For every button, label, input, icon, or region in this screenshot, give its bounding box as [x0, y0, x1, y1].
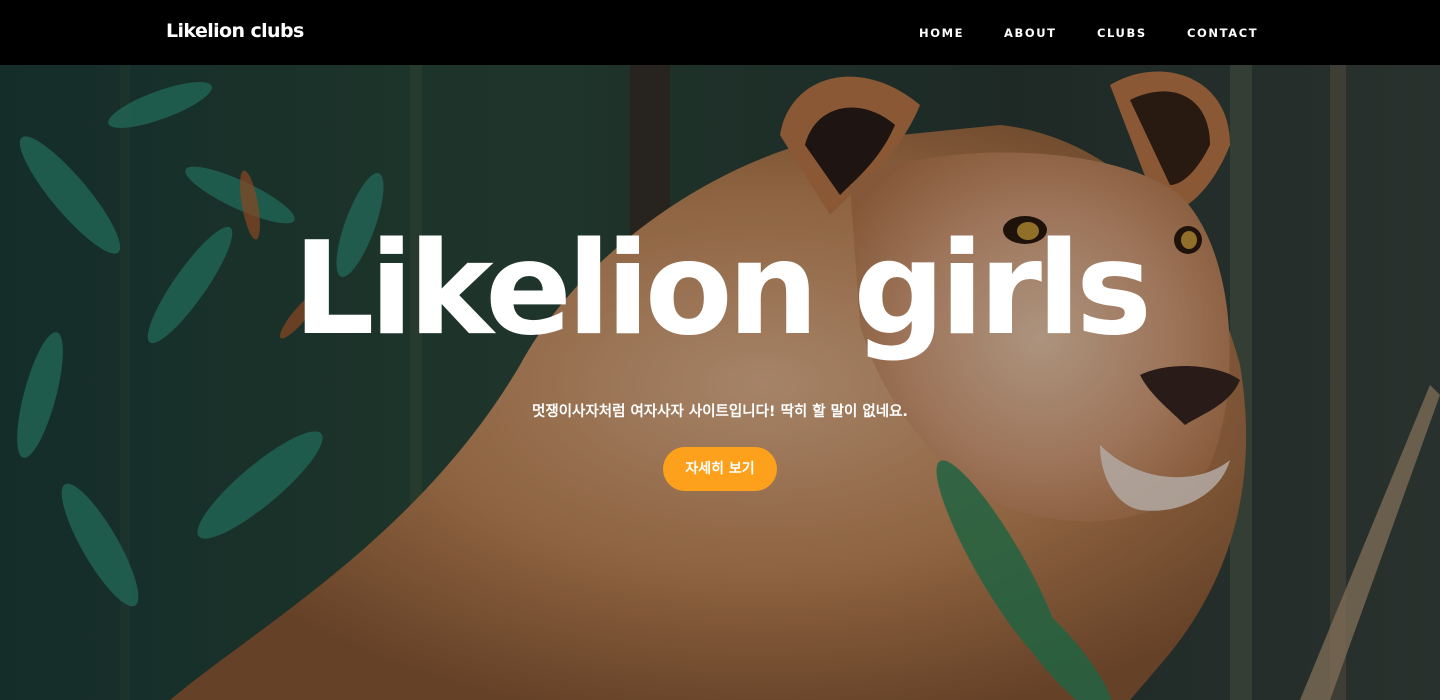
learn-more-button[interactable]: 자세히 보기	[663, 447, 777, 491]
navbar: Likelion clubs HOME ABOUT CLUBS CONTACT	[0, 0, 1440, 65]
nav-link-contact[interactable]: CONTACT	[1187, 26, 1258, 40]
nav-links: HOME ABOUT CLUBS CONTACT	[0, 26, 1440, 42]
hero-title: Likelion girls	[293, 215, 1152, 364]
hero-section: Likelion girls 멋쟁이사자처럼 여자사자 사이트입니다! 딱히 할…	[0, 65, 1440, 700]
nav-link-home[interactable]: HOME	[919, 26, 964, 40]
nav-link-clubs[interactable]: CLUBS	[1097, 26, 1147, 40]
nav-link-about[interactable]: ABOUT	[1004, 26, 1057, 40]
hero-subtitle: 멋쟁이사자처럼 여자사자 사이트입니다! 딱히 할 말이 없네요.	[532, 404, 908, 420]
hero-overlay	[0, 65, 1440, 700]
